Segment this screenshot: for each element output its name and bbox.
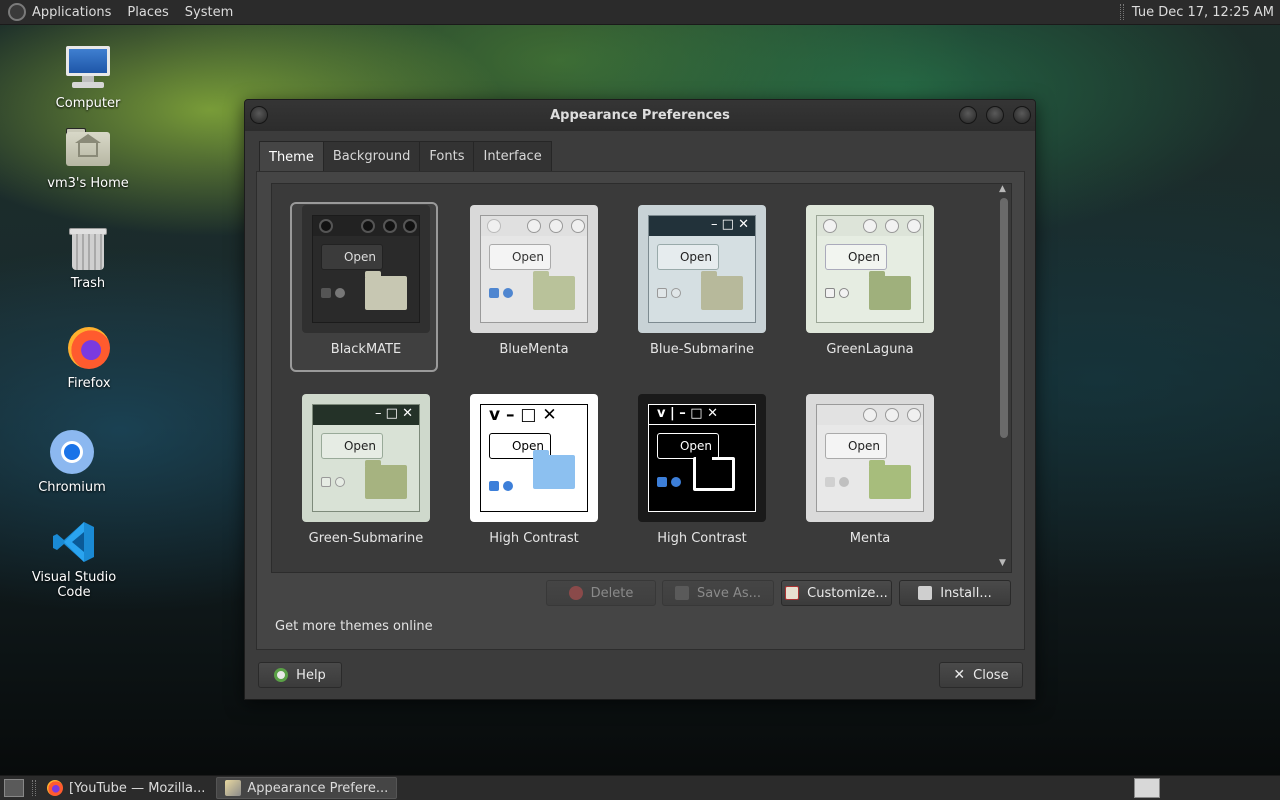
theme-preview: v – □ ✕ Open xyxy=(470,394,598,522)
vscode-icon xyxy=(50,518,98,566)
help-button[interactable]: Help xyxy=(258,662,342,688)
desktop-icon-label: Computer xyxy=(55,96,121,111)
theme-item-menta[interactable]: Open Menta xyxy=(796,394,944,546)
scrollbar-thumb[interactable] xyxy=(1000,198,1008,438)
panel-handle[interactable] xyxy=(1119,4,1124,20)
desktop-icon-computer[interactable]: Computer xyxy=(28,44,148,111)
customize-icon xyxy=(785,586,800,600)
tab-bar: Theme Background Fonts Interface xyxy=(259,141,552,172)
tab-background[interactable]: Background xyxy=(322,141,421,171)
taskbar-item-appearance[interactable]: Appearance Prefere... xyxy=(216,777,398,799)
desktop-icon-home[interactable]: vm3's Home xyxy=(28,124,148,191)
theme-name: Blue-Submarine xyxy=(649,342,755,357)
close-window-button[interactable] xyxy=(1013,106,1031,124)
show-desktop-icon[interactable] xyxy=(4,779,24,797)
install-button[interactable]: Install... xyxy=(899,580,1011,606)
theme-item-high-contrast[interactable]: v – □ ✕ Open High Contrast xyxy=(460,394,608,546)
window-title: Appearance Preferences xyxy=(550,108,730,123)
close-label: Close xyxy=(973,667,1009,683)
desktop-icon-label: Firefox xyxy=(67,376,111,391)
customize-label: Customize... xyxy=(807,585,888,601)
close-icon: ✕ xyxy=(953,667,966,683)
chromium-icon xyxy=(48,428,96,476)
appearance-icon xyxy=(225,780,242,796)
tab-theme[interactable]: Theme xyxy=(259,141,324,172)
theme-item-blue-submarine[interactable]: – □ ✕ Open Blue-Submarine xyxy=(628,205,776,357)
delete-label: Delete xyxy=(590,585,634,601)
desktop-icon-vscode[interactable]: Visual Studio Code xyxy=(14,518,134,600)
save-icon xyxy=(674,586,689,600)
taskbar-item-label: Appearance Prefere... xyxy=(247,780,389,796)
tab-fonts[interactable]: Fonts xyxy=(419,141,475,171)
appearance-preferences-window: Appearance Preferences Theme Background … xyxy=(244,99,1036,700)
menu-applications[interactable]: Applications xyxy=(24,0,119,24)
install-label: Install... xyxy=(940,585,992,601)
install-icon xyxy=(918,586,933,600)
customize-button[interactable]: Customize... xyxy=(781,580,892,606)
mate-logo-icon[interactable] xyxy=(8,3,26,21)
theme-tab-panel: Open BlackMATE Open BlueMenta – □ ✕ Open… xyxy=(256,171,1025,650)
window-menu-button[interactable] xyxy=(250,106,268,124)
theme-list[interactable]: Open BlackMATE Open BlueMenta – □ ✕ Open… xyxy=(271,183,1012,573)
trash-icon xyxy=(64,224,112,272)
panel-handle[interactable] xyxy=(32,780,36,796)
menu-system[interactable]: System xyxy=(177,0,241,24)
tab-interface[interactable]: Interface xyxy=(473,141,552,171)
clock-area: Tue Dec 17, 12:25 AM xyxy=(1119,0,1280,24)
theme-item-blackmate[interactable]: Open BlackMATE xyxy=(290,202,440,372)
save-as-label: Save As... xyxy=(696,585,762,601)
theme-name: BlueMenta xyxy=(499,342,569,357)
clock[interactable]: Tue Dec 17, 12:25 AM xyxy=(1132,5,1280,20)
workspace-switcher[interactable] xyxy=(1134,778,1160,798)
theme-item-green-submarine[interactable]: – □ ✕ Open Green-Submarine xyxy=(292,394,440,546)
help-label: Help xyxy=(296,667,326,683)
delete-icon xyxy=(568,586,583,600)
theme-preview: – □ ✕ Open xyxy=(302,394,430,522)
close-button[interactable]: ✕ Close xyxy=(939,662,1023,688)
main-menu-bar: Applications Places System xyxy=(0,0,241,24)
theme-name: GreenLaguna xyxy=(826,342,914,357)
desktop-icon-label: Visual Studio Code xyxy=(31,570,117,600)
desktop-icon-label: Trash xyxy=(70,276,106,291)
maximize-button[interactable] xyxy=(986,106,1004,124)
theme-preview: Open xyxy=(806,394,934,522)
desktop-icon-trash[interactable]: Trash xyxy=(28,224,148,291)
theme-item-bluementa[interactable]: Open BlueMenta xyxy=(460,205,608,357)
save-as-button[interactable]: Save As... xyxy=(662,580,774,606)
get-more-themes-link[interactable]: Get more themes online xyxy=(275,619,433,634)
scroll-down-icon[interactable]: ▼ xyxy=(999,558,1006,568)
minimize-button[interactable] xyxy=(959,106,977,124)
theme-preview: Open xyxy=(470,205,598,333)
theme-preview: v | – □ ✕ Open xyxy=(638,394,766,522)
theme-preview: – □ ✕ Open xyxy=(638,205,766,333)
theme-preview: Open xyxy=(806,205,934,333)
theme-item-high-contrast-inverse[interactable]: v | – □ ✕ Open High Contrast xyxy=(628,394,776,546)
help-icon xyxy=(274,668,289,682)
firefox-icon xyxy=(65,324,113,372)
top-panel: Applications Places System Tue Dec 17, 1… xyxy=(0,0,1280,25)
theme-item-greenlaguna[interactable]: Open GreenLaguna xyxy=(796,205,944,357)
theme-name: High Contrast xyxy=(489,531,579,546)
taskbar-item-firefox[interactable]: [YouTube — Mozilla... xyxy=(38,777,214,799)
window-titlebar[interactable]: Appearance Preferences xyxy=(245,100,1035,131)
menu-places[interactable]: Places xyxy=(119,0,176,24)
desktop-icon-chromium[interactable]: Chromium xyxy=(12,428,132,495)
theme-name: Menta xyxy=(849,531,891,546)
scroll-up-icon[interactable]: ▲ xyxy=(999,184,1006,194)
computer-icon xyxy=(64,44,112,92)
desktop-icon-label: vm3's Home xyxy=(47,176,129,191)
bottom-panel: [YouTube — Mozilla... Appearance Prefere… xyxy=(0,775,1280,800)
taskbar-item-label: [YouTube — Mozilla... xyxy=(69,780,206,796)
desktop-icon-label: Chromium xyxy=(38,480,106,495)
theme-list-scrollbar[interactable]: ▲ ▼ xyxy=(998,184,1008,568)
theme-name: High Contrast xyxy=(657,531,747,546)
desktop-icon-firefox[interactable]: Firefox xyxy=(29,324,149,391)
firefox-icon xyxy=(47,780,63,796)
theme-name: Green-Submarine xyxy=(308,531,424,546)
home-folder-icon xyxy=(64,124,112,172)
theme-preview: Open xyxy=(302,205,430,333)
delete-button[interactable]: Delete xyxy=(546,580,656,606)
